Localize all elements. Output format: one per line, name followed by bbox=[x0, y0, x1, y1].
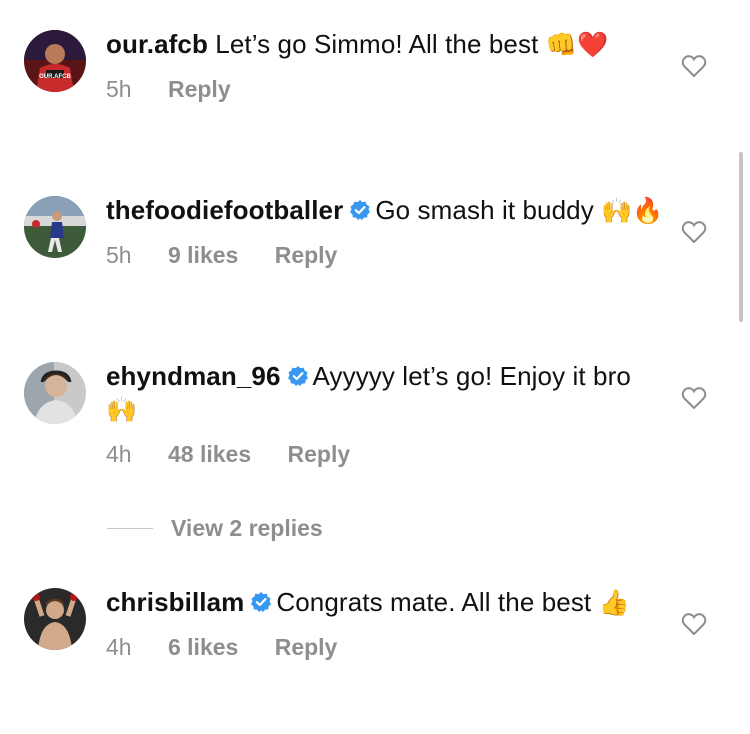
comment-body: ehyndman_96 Ayyyyy let’s go! Enjoy it br… bbox=[106, 360, 666, 469]
comment-content: Ayyyyy let’s go! Enjoy it bro bbox=[312, 361, 631, 391]
avatar[interactable] bbox=[24, 588, 86, 650]
comment-emojis: 👊❤️ bbox=[545, 30, 609, 59]
comment-username[interactable]: thefoodiefootballer bbox=[106, 195, 343, 225]
verified-badge-icon bbox=[287, 366, 308, 386]
comment-text: thefoodiefootballer Go smash it buddy 🙌🔥 bbox=[106, 194, 666, 227]
reply-button[interactable]: Reply bbox=[168, 76, 231, 102]
comment-time: 5h bbox=[106, 242, 132, 268]
avatar[interactable] bbox=[24, 362, 86, 424]
likes-count[interactable]: 9 likes bbox=[168, 242, 238, 268]
heart-outline-icon[interactable] bbox=[681, 54, 707, 78]
view-replies-label: View 2 replies bbox=[171, 514, 323, 541]
verified-badge-icon bbox=[251, 592, 272, 612]
comment-time: 5h bbox=[106, 76, 132, 102]
scrollbar[interactable] bbox=[739, 152, 743, 322]
reply-button[interactable]: Reply bbox=[275, 242, 338, 268]
comment-body: our.afcb Let’s go Simmo! All the best 👊❤… bbox=[106, 28, 666, 104]
comment-username[interactable]: chrisbillam bbox=[106, 587, 244, 617]
view-replies-divider bbox=[107, 527, 153, 529]
reply-button[interactable]: Reply bbox=[275, 634, 338, 660]
comment-meta: 4h 6 likes Reply bbox=[106, 632, 666, 662]
comment-username[interactable]: ehyndman_96 bbox=[106, 361, 281, 391]
comment-time: 4h bbox=[106, 634, 132, 660]
heart-outline-icon[interactable] bbox=[681, 612, 707, 636]
avatar[interactable]: OUR.AFCB bbox=[24, 30, 86, 92]
comment-body: chrisbillam Congrats mate. All the best … bbox=[106, 586, 666, 662]
comment-emojis: 🙌 bbox=[106, 395, 138, 424]
comment-meta: 5h Reply bbox=[106, 74, 666, 104]
comment-text: our.afcb Let’s go Simmo! All the best 👊❤… bbox=[106, 28, 666, 61]
comment-content: Go smash it buddy bbox=[375, 195, 594, 225]
comment-emojis: 👍 bbox=[598, 588, 630, 617]
likes-count[interactable]: 6 likes bbox=[168, 634, 238, 660]
verified-badge-icon bbox=[350, 200, 371, 220]
comment-meta: 4h 48 likes Reply bbox=[106, 439, 666, 469]
comment-emojis: 🙌🔥 bbox=[601, 196, 664, 225]
comment-text: chrisbillam Congrats mate. All the best … bbox=[106, 586, 666, 619]
avatar-caption: OUR.AFCB bbox=[39, 74, 71, 80]
comment-content: Let’s go Simmo! All the best bbox=[215, 29, 539, 59]
view-replies-button[interactable]: View 2 replies bbox=[107, 512, 323, 544]
heart-outline-icon[interactable] bbox=[681, 220, 707, 244]
avatar[interactable] bbox=[24, 196, 86, 258]
likes-count[interactable]: 48 likes bbox=[168, 441, 251, 467]
comment-username[interactable]: our.afcb bbox=[106, 29, 208, 59]
reply-button[interactable]: Reply bbox=[288, 441, 351, 467]
comment-text: ehyndman_96 Ayyyyy let’s go! Enjoy it br… bbox=[106, 360, 666, 426]
comment-content: Congrats mate. All the best bbox=[276, 587, 592, 617]
comment-meta: 5h 9 likes Reply bbox=[106, 240, 666, 270]
comment-time: 4h bbox=[106, 441, 132, 467]
heart-outline-icon[interactable] bbox=[681, 386, 707, 410]
comment-body: thefoodiefootballer Go smash it buddy 🙌🔥… bbox=[106, 194, 666, 270]
